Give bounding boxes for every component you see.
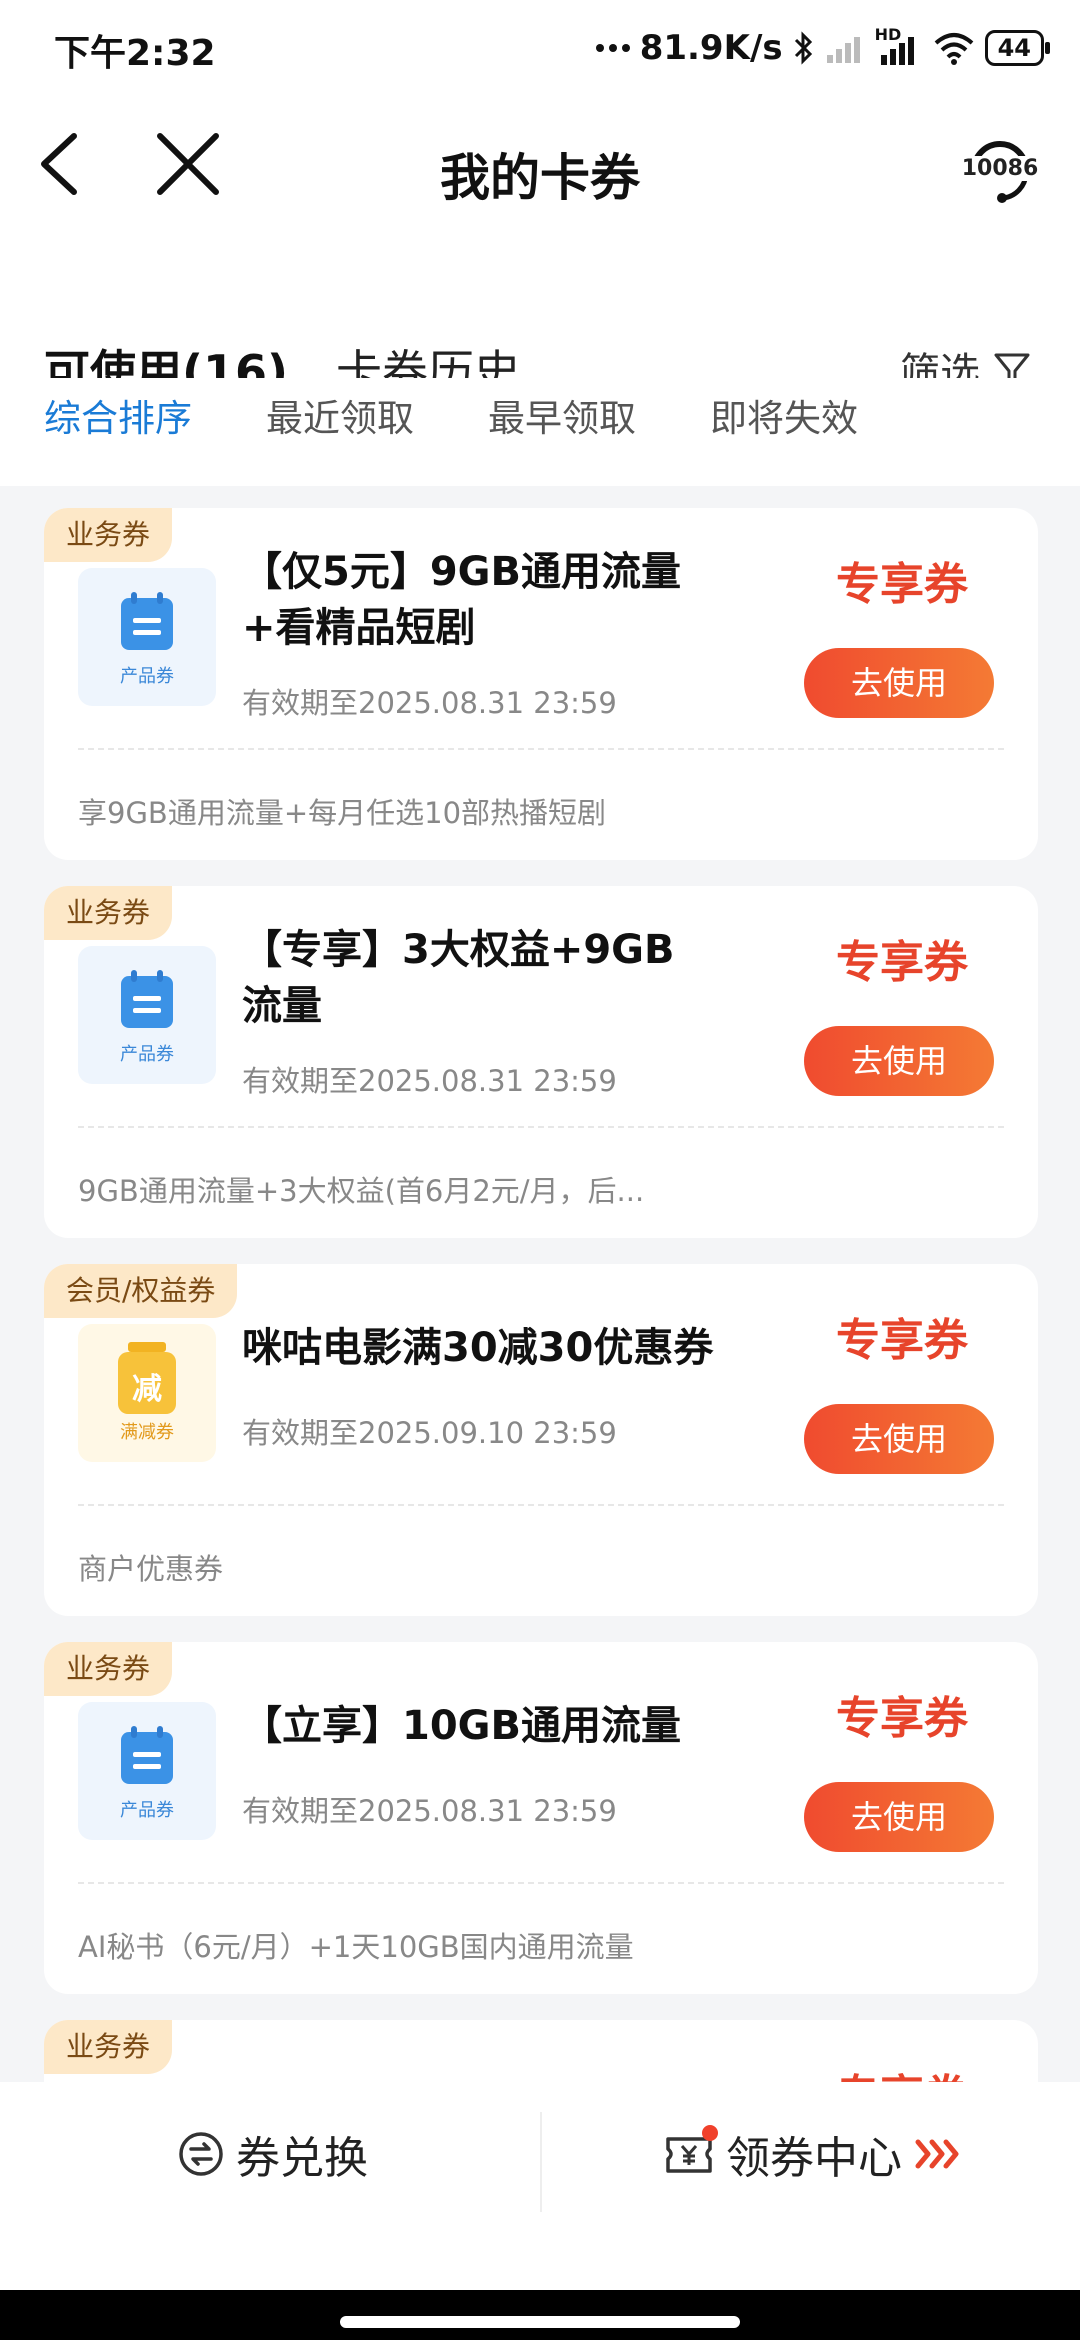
network-speed: 81.9K/s (639, 28, 783, 68)
coupon-center-button[interactable]: 领券中心 (664, 2122, 964, 2186)
sort-comprehensive[interactable]: 综合排序 (44, 388, 192, 442)
coupon-card[interactable]: 业务券 产品券 【仅5元】9GB通用流量+看精品短剧 有效期至2025.08.3… (44, 508, 1038, 860)
coupon-title: 咪咕电影满30减30优惠券 (242, 1325, 714, 1371)
coupon-tag: 业务券 (44, 2020, 173, 2074)
sort-recent[interactable]: 最近领取 (266, 388, 414, 442)
coupon-title: 【仅5元】9GB通用流量+看精品短剧 (242, 549, 681, 651)
notification-dot (702, 2125, 718, 2141)
top-header: 我的卡券 10086 (0, 96, 1080, 336)
bottom-bar: 券兑换 领券中心 (0, 2082, 1080, 2290)
use-button[interactable]: 去使用 (804, 1404, 994, 1474)
signal-weak-icon (826, 37, 860, 63)
product-coupon-thumb: 产品券 (78, 1702, 216, 1840)
sort-expiring[interactable]: 即将失效 (710, 388, 858, 442)
product-coupon-thumb: 产品券 (78, 946, 216, 1084)
coupon-kind: 专享券 (836, 559, 968, 610)
coupon-list: 业务券 产品券 【仅5元】9GB通用流量+看精品短剧 有效期至2025.08.3… (0, 482, 1080, 2082)
coupon-card[interactable]: 会员/权益券 减 满减券 咪咕电影满30减30优惠券 有效期至2025.09.1… (44, 1264, 1038, 1616)
thumb-label: 产品券 (120, 1044, 174, 1065)
coupon-validity: 有效期至2025.08.31 23:59 (242, 686, 617, 720)
coupon-center-label: 领券中心 (726, 2133, 902, 2184)
hd-label: HD (874, 25, 902, 44)
coupon-validity: 有效期至2025.08.31 23:59 (242, 1794, 617, 1828)
exchange-icon (179, 2132, 223, 2176)
calendar-icon (121, 1726, 173, 1784)
battery-icon: 44 (984, 30, 1051, 66)
thumb-label: 满减券 (120, 1422, 174, 1443)
status-bar: 下午2:32 81.9K/s HD 44 (0, 0, 1080, 96)
coupon-kind: 专享券 (836, 937, 968, 988)
wifi-icon (934, 33, 973, 65)
status-time: 下午2:32 (54, 33, 216, 74)
page-title: 我的卡券 (440, 149, 640, 207)
coupon-description: 9GB通用流量+3大权益(首6月2元/月，后... (78, 1174, 645, 1208)
card-divider (78, 1504, 1004, 1506)
home-indicator[interactable] (340, 2316, 740, 2328)
coupon-card[interactable]: 业务券 产品券 【立享】10GB通用流量 有效期至2025.08.31 23:5… (44, 1642, 1038, 1994)
use-button[interactable]: 去使用 (804, 1782, 994, 1852)
status-icons: 81.9K/s HD 44 (595, 24, 1051, 72)
coupon-card[interactable]: 业务券 专享券 (44, 2020, 1038, 2082)
triple-chevron-right-icon (915, 2139, 959, 2169)
coupon-validity: 有效期至2025.08.31 23:59 (242, 1064, 617, 1098)
exchange-button[interactable]: 券兑换 (178, 2122, 368, 2186)
coupon-kind: 专享券 (836, 1693, 968, 1744)
card-divider (78, 1882, 1004, 1884)
sort-bar: 综合排序 最近领取 最早领取 即将失效 (0, 378, 1080, 482)
coupon-card[interactable]: 业务券 产品券 【专享】3大权益+9GB流量 有效期至2025.08.31 23… (44, 886, 1038, 1238)
coupon-tag: 业务券 (44, 508, 173, 562)
coupon-tag: 业务券 (44, 886, 173, 940)
coupon-title: 【专享】3大权益+9GB流量 (242, 927, 675, 1029)
coupon-kind: 专享券 (836, 1315, 968, 1366)
bottom-divider (540, 2112, 542, 2212)
service-number: 10086 (956, 156, 1044, 181)
calendar-icon (121, 970, 173, 1028)
product-coupon-thumb: 产品券 (78, 568, 216, 706)
bluetooth-icon (794, 31, 812, 65)
coupon-tag: 会员/权益券 (44, 1264, 238, 1318)
signal-strong-icon: HD (875, 25, 923, 65)
coupon-description: 享9GB通用流量+每月任选10部热播短剧 (78, 796, 607, 830)
coupon-center-icon (664, 2125, 718, 2177)
use-button[interactable]: 去使用 (804, 648, 994, 718)
exchange-label: 券兑换 (236, 2133, 368, 2184)
coupon-validity: 有效期至2025.09.10 23:59 (242, 1416, 617, 1450)
discount-glyph: 减 (132, 1372, 162, 1407)
coupon-description: AI秘书（6元/月）+1天10GB国内通用流量 (78, 1930, 634, 1964)
card-divider (78, 748, 1004, 750)
card-divider (78, 1126, 1004, 1128)
more-dots-icon (595, 44, 630, 52)
use-button[interactable]: 去使用 (804, 1026, 994, 1096)
system-nav-bar (0, 2290, 1080, 2340)
coupon-tag: 业务券 (44, 1642, 173, 1696)
discount-coupon-thumb: 减 满减券 (78, 1324, 216, 1462)
coupon-description: 商户优惠券 (78, 1552, 224, 1586)
customer-service-button[interactable]: 10086 (956, 130, 1044, 210)
sort-earliest[interactable]: 最早领取 (488, 388, 636, 442)
thumb-label: 产品券 (120, 1800, 174, 1821)
coupon-kind: 专享券 (836, 2060, 968, 2082)
calendar-icon (121, 592, 173, 650)
thumb-label: 产品券 (120, 666, 174, 687)
coupon-title: 【立享】10GB通用流量 (242, 1703, 681, 1749)
